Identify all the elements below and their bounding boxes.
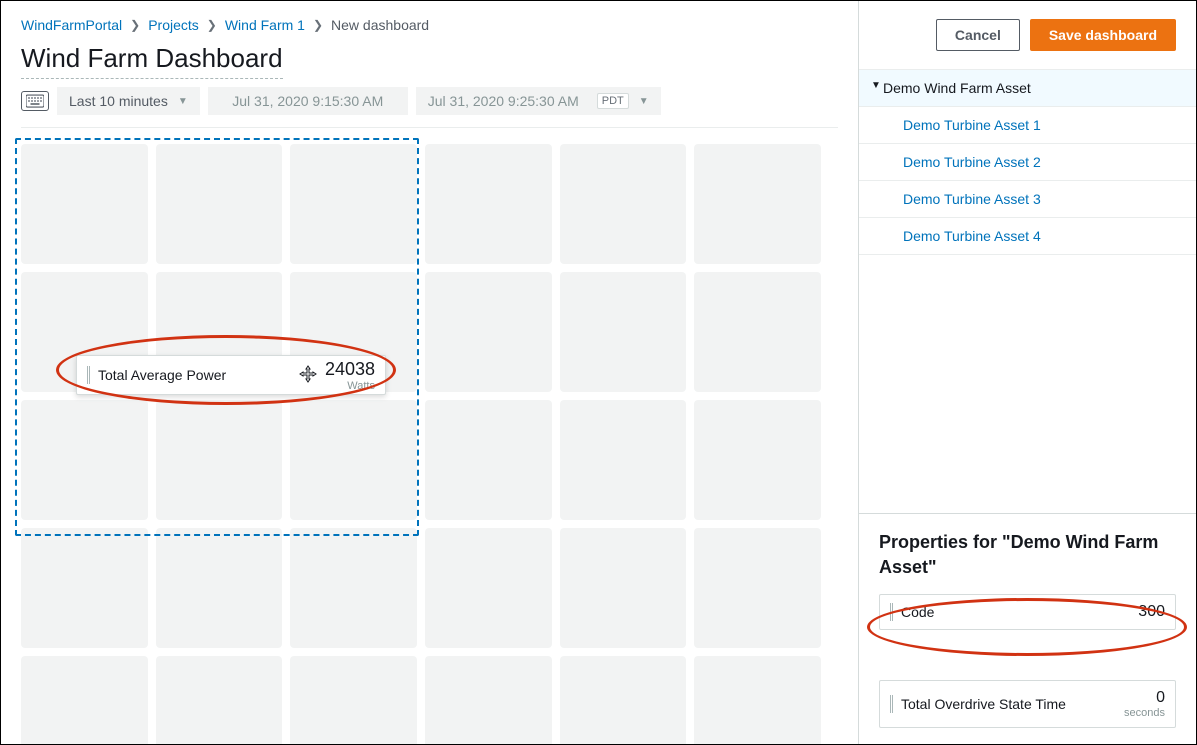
drag-item-unit: Watts	[325, 380, 375, 392]
asset-tree-item[interactable]: Demo Turbine Asset 4	[859, 218, 1196, 255]
grid-tile[interactable]	[156, 144, 283, 264]
grid-tile[interactable]	[290, 656, 417, 744]
keyboard-icon[interactable]	[21, 91, 49, 111]
grid-tile[interactable]	[560, 528, 687, 648]
caret-down-icon: ▼	[871, 80, 881, 91]
timezone-badge: PDT	[597, 93, 629, 109]
grid-tile[interactable]	[156, 400, 283, 520]
dragging-property-card[interactable]: Total Average Power 24038 Watts	[76, 355, 386, 395]
grid-tile[interactable]	[425, 528, 552, 648]
asset-tree-item[interactable]: Demo Turbine Asset 2	[859, 144, 1196, 181]
action-buttons: Cancel Save dashboard	[859, 1, 1196, 70]
grid-tile[interactable]	[560, 144, 687, 264]
grid-tile[interactable]	[21, 528, 148, 648]
property-value: 0	[1124, 689, 1165, 707]
grid-tile[interactable]	[694, 144, 821, 264]
breadcrumb-link-projects[interactable]: Projects	[148, 17, 199, 33]
grid-tile[interactable]	[560, 656, 687, 744]
breadcrumb-link-farm[interactable]: Wind Farm 1	[225, 17, 305, 33]
grid-tile[interactable]	[425, 272, 552, 392]
grid-tile[interactable]	[290, 400, 417, 520]
grid-tile[interactable]	[425, 400, 552, 520]
property-name: Code	[901, 604, 1138, 620]
grid-tile[interactable]	[156, 656, 283, 744]
grid-tile[interactable]	[694, 656, 821, 744]
drag-item-value: 24038	[325, 359, 375, 380]
property-unit: seconds	[1124, 707, 1165, 719]
dashboard-grid[interactable]	[21, 144, 821, 744]
asset-tree: ▼ Demo Wind Farm Asset Demo Turbine Asse…	[859, 70, 1196, 513]
drag-handle-icon	[87, 366, 90, 384]
grid-tile[interactable]	[290, 144, 417, 264]
drag-item-name: Total Average Power	[98, 367, 291, 383]
grid-tile[interactable]	[560, 272, 687, 392]
grid-tile[interactable]	[694, 528, 821, 648]
breadcrumb-link-portal[interactable]: WindFarmPortal	[21, 17, 122, 33]
property-card[interactable]: Code 300	[879, 594, 1176, 630]
asset-tree-root[interactable]: ▼ Demo Wind Farm Asset	[859, 70, 1196, 107]
property-card[interactable]: Total Overdrive State Time 0 seconds	[879, 680, 1176, 728]
grid-tile[interactable]	[560, 400, 687, 520]
grid-tile[interactable]	[694, 400, 821, 520]
divider	[21, 127, 838, 128]
grid-tile[interactable]	[425, 656, 552, 744]
caret-down-icon: ▼	[639, 96, 649, 107]
time-start[interactable]: Jul 31, 2020 9:15:30 AM	[208, 87, 408, 115]
time-range-selector[interactable]: Last 10 minutes ▼	[57, 87, 200, 115]
grid-tile[interactable]	[156, 528, 283, 648]
chevron-right-icon: ❯	[313, 18, 323, 32]
cancel-button[interactable]: Cancel	[936, 19, 1020, 51]
asset-tree-item[interactable]: Demo Turbine Asset 1	[859, 107, 1196, 144]
time-bar: Last 10 minutes ▼ Jul 31, 2020 9:15:30 A…	[21, 87, 838, 115]
grid-tile[interactable]	[290, 528, 417, 648]
grid-tile[interactable]	[425, 144, 552, 264]
save-dashboard-button[interactable]: Save dashboard	[1030, 19, 1176, 51]
grid-tile[interactable]	[21, 144, 148, 264]
grid-tile[interactable]	[694, 272, 821, 392]
breadcrumb: WindFarmPortal ❯ Projects ❯ Wind Farm 1 …	[21, 17, 838, 33]
properties-panel: Properties for "Demo Wind Farm Asset" Co…	[859, 513, 1196, 744]
grid-tile[interactable]	[21, 400, 148, 520]
properties-title: Properties for "Demo Wind Farm Asset"	[879, 530, 1176, 580]
grid-tile[interactable]	[21, 656, 148, 744]
asset-tree-item[interactable]: Demo Turbine Asset 3	[859, 181, 1196, 218]
move-cursor-icon	[299, 365, 317, 386]
property-name: Total Overdrive State Time	[901, 696, 1124, 712]
caret-down-icon: ▼	[178, 96, 188, 107]
time-end[interactable]: Jul 31, 2020 9:25:30 AM PDT ▼	[416, 87, 661, 115]
drag-handle-icon	[890, 603, 893, 621]
drag-handle-icon	[890, 695, 893, 713]
page-title[interactable]: Wind Farm Dashboard	[21, 43, 283, 79]
chevron-right-icon: ❯	[130, 18, 140, 32]
property-value: 300	[1138, 603, 1165, 621]
breadcrumb-current: New dashboard	[331, 17, 429, 33]
chevron-right-icon: ❯	[207, 18, 217, 32]
